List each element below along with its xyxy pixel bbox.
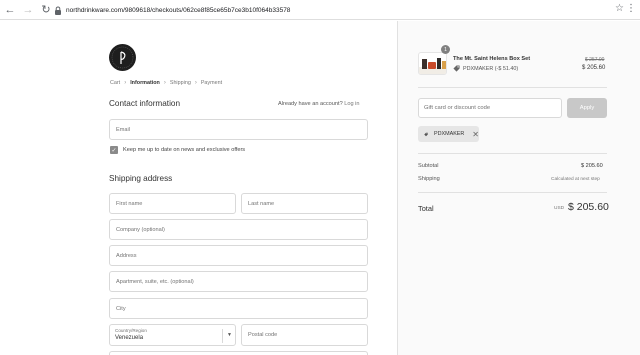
breadcrumb: Cart › Information › Shipping › Payment bbox=[110, 80, 222, 86]
chevron-right-icon: › bbox=[163, 80, 166, 86]
login-prompt-text: Already have an account? bbox=[278, 101, 343, 107]
apartment-field[interactable]: Apartment, suite, etc. (optional) bbox=[109, 271, 368, 292]
divider bbox=[418, 192, 607, 193]
contact-title: Contact information bbox=[109, 99, 180, 108]
browser-menu-icon[interactable]: ⋮ bbox=[626, 3, 636, 14]
tag-icon bbox=[424, 132, 428, 136]
divider bbox=[418, 87, 607, 88]
url-text: northdrinkware.com/9809618/checkouts/062… bbox=[66, 6, 291, 14]
city-field[interactable]: City bbox=[109, 298, 368, 319]
postal-code-field[interactable]: Postal code bbox=[241, 324, 368, 346]
product-price: $ 205.60 bbox=[582, 65, 606, 71]
country-select[interactable]: Country/Region Venezuela ▼ bbox=[109, 324, 236, 346]
breadcrumb-information: Information bbox=[130, 80, 160, 86]
store-logo[interactable] bbox=[109, 44, 136, 71]
email-placeholder: Email bbox=[116, 126, 130, 133]
back-icon[interactable]: ← bbox=[2, 2, 18, 18]
address-placeholder: Address bbox=[116, 252, 137, 259]
breadcrumb-shipping: Shipping bbox=[169, 80, 191, 86]
total-currency: USD bbox=[554, 206, 565, 211]
newsletter-label: Keep me up to date on news and exclusive… bbox=[123, 147, 246, 153]
product-image-icon bbox=[419, 58, 446, 74]
company-placeholder: Company (optional) bbox=[116, 226, 165, 233]
country-value: Venezuela bbox=[115, 335, 144, 341]
phone-field[interactable] bbox=[109, 351, 368, 355]
quantity-badge: 1 bbox=[441, 45, 450, 54]
newsletter-row[interactable]: ✓ Keep me up to date on news and exclusi… bbox=[110, 146, 245, 154]
chevron-down-icon: ▼ bbox=[227, 332, 232, 338]
last-name-placeholder: Last name bbox=[248, 200, 275, 207]
tag-icon bbox=[453, 65, 460, 72]
product-thumbnail bbox=[418, 52, 447, 75]
chevron-right-icon: › bbox=[194, 80, 197, 86]
browser-toolbar: ← → ↻ northdrinkware.com/9809618/checkou… bbox=[0, 0, 640, 20]
remove-code-icon[interactable]: ✕ bbox=[472, 130, 479, 139]
forward-icon[interactable]: → bbox=[20, 2, 36, 18]
total-label: Total bbox=[418, 204, 434, 213]
login-prompt: Already have an account? Log in bbox=[278, 101, 360, 107]
login-link[interactable]: Log in bbox=[344, 101, 359, 107]
applied-code-text: PDXMAKER bbox=[434, 131, 465, 137]
apartment-placeholder: Apartment, suite, etc. (optional) bbox=[116, 278, 194, 285]
discount-placeholder: Gift card or discount code bbox=[424, 105, 491, 111]
shipping-title: Shipping address bbox=[109, 174, 173, 183]
lock-icon bbox=[55, 6, 61, 15]
product-discount-text: PDXMAKER (-$ 51.40) bbox=[463, 65, 519, 72]
company-field[interactable]: Company (optional) bbox=[109, 219, 368, 240]
address-field[interactable]: Address bbox=[109, 245, 368, 266]
breadcrumb-payment: Payment bbox=[200, 80, 223, 86]
last-name-field[interactable]: Last name bbox=[241, 193, 368, 214]
shipping-label: Shipping bbox=[418, 176, 440, 182]
postal-code-placeholder: Postal code bbox=[248, 332, 278, 338]
discount-code-field[interactable]: Gift card or discount code bbox=[418, 98, 562, 118]
subtotal-label: Subtotal bbox=[418, 163, 439, 169]
divider bbox=[418, 153, 607, 154]
original-price: $ 257.00 bbox=[585, 57, 605, 63]
shipping-value: Calculated at next step bbox=[551, 177, 600, 182]
applied-code-tag: PDXMAKER ✕ bbox=[418, 126, 479, 142]
email-field[interactable]: Email bbox=[109, 119, 368, 140]
product-discount: PDXMAKER (-$ 51.40) bbox=[453, 65, 518, 72]
product-name: The Mt. Saint Helens Box Set bbox=[453, 56, 531, 62]
address-bar[interactable]: northdrinkware.com/9809618/checkouts/062… bbox=[54, 3, 290, 17]
first-name-placeholder: First name bbox=[116, 200, 143, 207]
logo-icon bbox=[109, 44, 136, 71]
newsletter-checkbox[interactable]: ✓ bbox=[110, 146, 118, 154]
total-value: $ 205.60 bbox=[568, 201, 609, 213]
chevron-right-icon: › bbox=[124, 80, 127, 86]
country-label: Country/Region bbox=[115, 328, 147, 333]
check-icon: ✓ bbox=[111, 147, 117, 154]
first-name-field[interactable]: First name bbox=[109, 193, 236, 214]
apply-button[interactable]: Apply bbox=[567, 98, 607, 118]
bookmark-star-icon[interactable]: ☆ bbox=[615, 3, 624, 14]
subtotal-value: $ 205.60 bbox=[581, 163, 603, 169]
city-placeholder: City bbox=[116, 305, 126, 312]
reload-icon[interactable]: ↻ bbox=[38, 2, 54, 18]
breadcrumb-cart[interactable]: Cart bbox=[110, 80, 120, 86]
select-divider bbox=[222, 329, 223, 343]
